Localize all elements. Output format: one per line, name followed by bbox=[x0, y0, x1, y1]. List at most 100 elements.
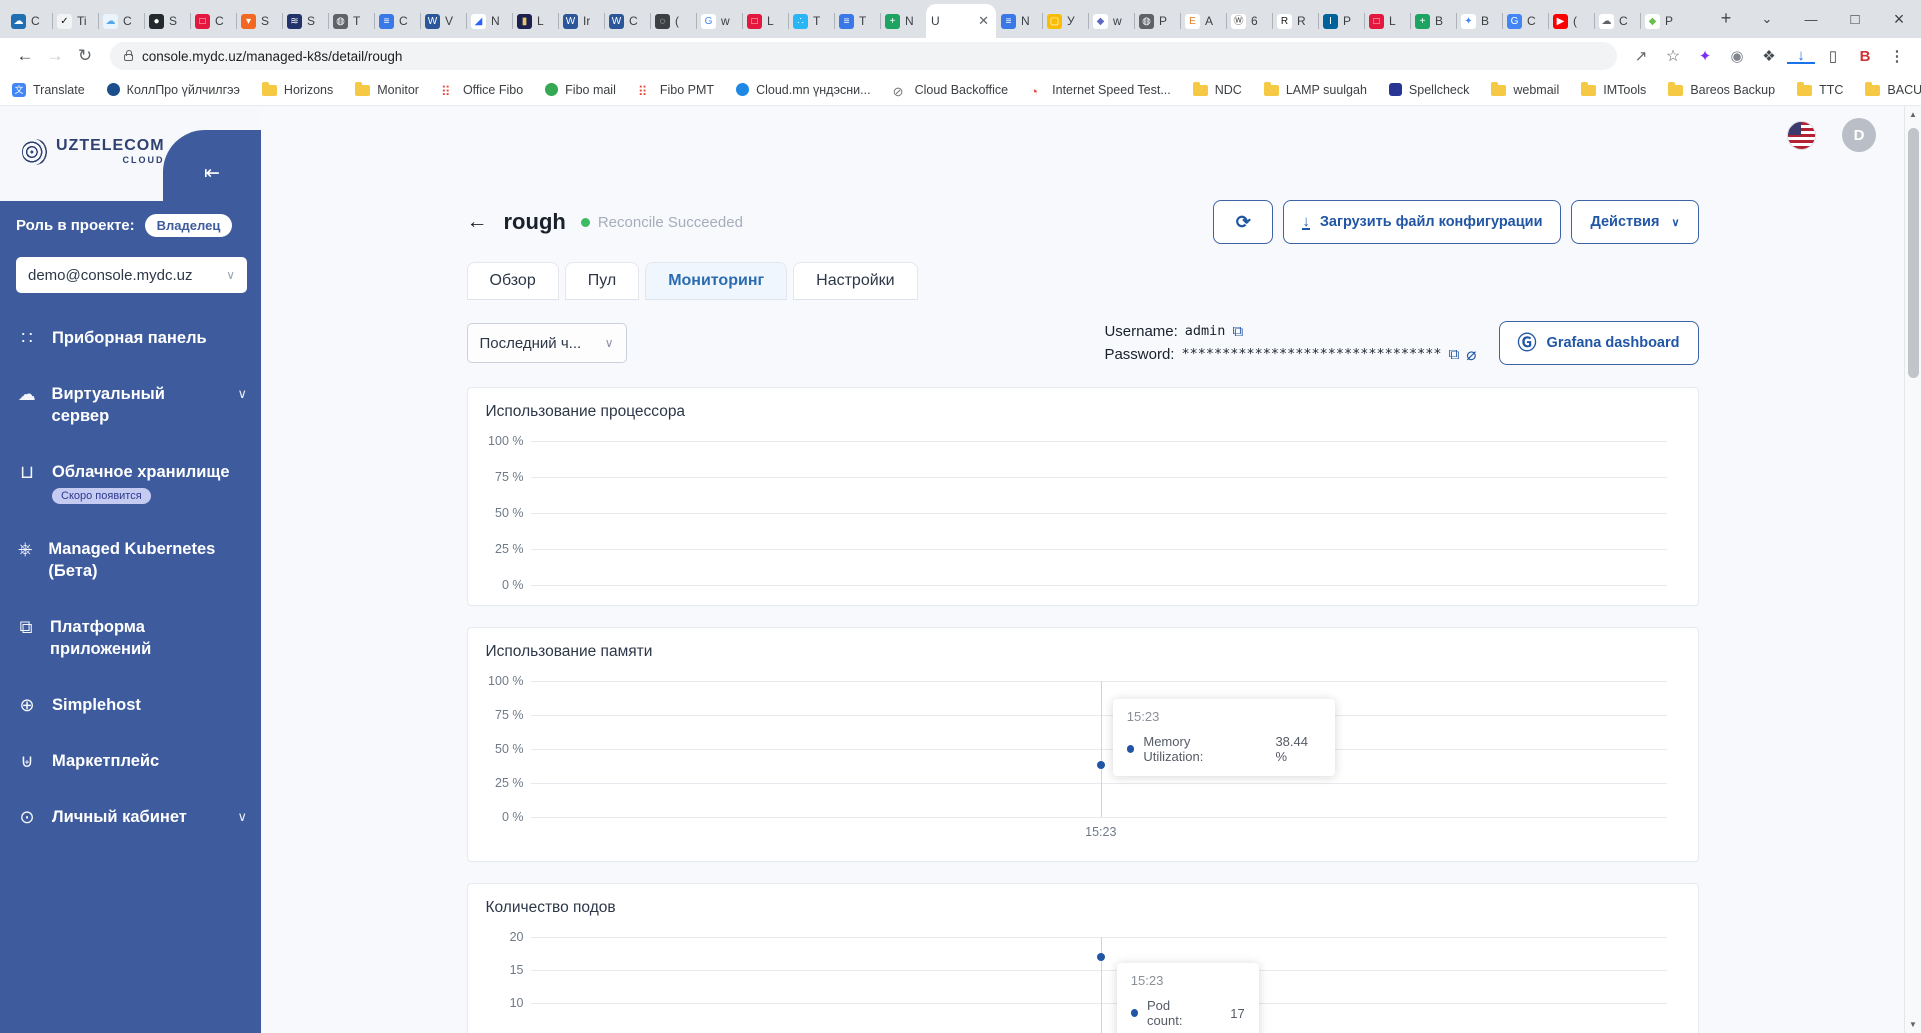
language-flag-icon[interactable] bbox=[1787, 120, 1816, 150]
sidebar-item[interactable]: ∷ Приборная панель bbox=[16, 327, 247, 349]
bookmark-item[interactable]: Horizons bbox=[261, 82, 333, 97]
page-tab[interactable]: Настройки bbox=[793, 262, 918, 300]
browser-tab[interactable]: W C bbox=[604, 4, 650, 38]
bookmark-item[interactable]: Spellcheck bbox=[1388, 83, 1469, 97]
pod-count-data-point[interactable] bbox=[1096, 953, 1105, 961]
page-tab[interactable]: Мониторинг bbox=[645, 262, 788, 300]
close-button[interactable]: × bbox=[1877, 9, 1921, 30]
sidebar-item[interactable]: ☁ Виртуальный сервер ∨ bbox=[16, 383, 247, 427]
bookmark-item[interactable]: Fibo PMT bbox=[638, 83, 714, 97]
memory-data-point[interactable] bbox=[1096, 761, 1105, 769]
project-select[interactable]: demo@console.mydc.uz ∨ bbox=[16, 257, 247, 293]
browser-tab[interactable]: □ L bbox=[1364, 4, 1410, 38]
password-extension-icon[interactable]: B bbox=[1851, 48, 1879, 65]
browser-tab[interactable]: ◍ T bbox=[328, 4, 374, 38]
browser-tab[interactable]: ☁ C bbox=[98, 4, 144, 38]
bookmark-item[interactable]: Cloud Backoffice bbox=[893, 83, 1009, 97]
kubeconfig-button[interactable]: ⟳ bbox=[1213, 200, 1274, 244]
time-range-select[interactable]: Последний ч... ∨ bbox=[466, 323, 627, 363]
browser-tab[interactable]: ≡ T bbox=[834, 4, 880, 38]
extensions-puzzle-icon[interactable]: ❖ bbox=[1755, 47, 1783, 65]
browser-tab[interactable]: ◢ N bbox=[466, 4, 512, 38]
user-avatar[interactable]: D bbox=[1842, 118, 1876, 152]
sidebar-item[interactable]: ⧉ Платформа приложений bbox=[16, 616, 247, 660]
browser-tab[interactable]: ▶ ( bbox=[1548, 4, 1594, 38]
browser-tab[interactable]: ▢ У bbox=[1042, 4, 1088, 38]
bookmark-item[interactable]: BACULA bbox=[1865, 82, 1921, 97]
back-icon[interactable]: ← bbox=[10, 46, 40, 66]
address-bar[interactable]: console.mydc.uz/managed-k8s/detail/rough bbox=[110, 42, 1617, 70]
browser-tab[interactable]: ≋ S bbox=[282, 4, 328, 38]
browser-tab[interactable]: U ✕ bbox=[926, 4, 996, 38]
share-icon[interactable]: ↗ bbox=[1627, 47, 1655, 65]
browser-tab[interactable]: ∴ T bbox=[788, 4, 834, 38]
browser-tab[interactable]: Ⓦ 6 bbox=[1226, 4, 1272, 38]
downloads-icon[interactable]: ↓ bbox=[1787, 48, 1815, 64]
page-scrollbar[interactable]: ▲ ▼ bbox=[1904, 106, 1921, 1033]
eye-off-icon[interactable]: ⌀ bbox=[1466, 343, 1476, 366]
bookmark-item[interactable]: NDC bbox=[1192, 82, 1242, 97]
bookmark-item[interactable]: Monitor bbox=[355, 82, 419, 97]
browser-tab[interactable]: ✦ B bbox=[1456, 4, 1502, 38]
sidebar-item[interactable]: ⎈ Managed Kubernetes (Бета) bbox=[16, 538, 247, 582]
browser-tab[interactable]: + N bbox=[880, 4, 926, 38]
kebab-menu-icon[interactable]: ⋮ bbox=[1883, 47, 1911, 65]
browser-tab[interactable]: E A bbox=[1180, 4, 1226, 38]
sidebar-item[interactable]: ⊙ Личный кабинет ∨ bbox=[16, 806, 247, 828]
browser-tab[interactable]: □ L bbox=[742, 4, 788, 38]
browser-tab[interactable]: ▮ L bbox=[512, 4, 558, 38]
browser-tab[interactable]: ☁ C bbox=[6, 4, 52, 38]
browser-tab[interactable]: R R bbox=[1272, 4, 1318, 38]
page-tab[interactable]: Пул bbox=[564, 262, 640, 300]
browser-tab[interactable]: G w bbox=[696, 4, 742, 38]
copy-icon[interactable]: ⧉ bbox=[1232, 320, 1243, 343]
sidebar-collapse-button[interactable]: ⇤ bbox=[183, 146, 241, 200]
browser-tab[interactable]: ▾ S bbox=[236, 4, 282, 38]
bookmark-item[interactable]: Cloud.mn үндэсни... bbox=[736, 83, 871, 97]
reload-icon[interactable]: ↻ bbox=[70, 46, 100, 66]
copy-icon[interactable]: ⧉ bbox=[1449, 343, 1460, 366]
forward-icon[interactable]: → bbox=[40, 46, 70, 66]
browser-tab[interactable]: ◆ P bbox=[1640, 4, 1686, 38]
browser-tab[interactable]: ☁ C bbox=[1594, 4, 1640, 38]
bookmark-item[interactable]: webmail bbox=[1491, 82, 1559, 97]
browser-tab[interactable]: ● S bbox=[144, 4, 190, 38]
bookmark-star-icon[interactable]: ☆ bbox=[1659, 46, 1687, 66]
back-arrow-icon[interactable]: ← bbox=[467, 210, 488, 234]
uztelecom-logo[interactable]: UZTELECOM CLOUD bbox=[22, 138, 165, 165]
browser-tab[interactable]: I P bbox=[1318, 4, 1364, 38]
browser-tab[interactable]: ◆ w bbox=[1088, 4, 1134, 38]
browser-tab[interactable]: G C bbox=[1502, 4, 1548, 38]
scrollbar-thumb[interactable] bbox=[1908, 128, 1919, 378]
scroll-down-icon[interactable]: ▼ bbox=[1905, 1020, 1921, 1029]
browser-tab[interactable]: W Ir bbox=[558, 4, 604, 38]
bookmark-item[interactable]: LAMP suulgah bbox=[1263, 82, 1367, 97]
bookmark-item[interactable]: Office Fibo bbox=[441, 83, 523, 97]
bookmark-item[interactable]: КоллПро үйлчилгээ bbox=[106, 83, 240, 97]
browser-tab[interactable]: ◍ P bbox=[1134, 4, 1180, 38]
extension-icon[interactable]: ✦ bbox=[1691, 47, 1719, 65]
side-panel-icon[interactable]: ▯ bbox=[1819, 47, 1847, 65]
sidebar-item[interactable]: ⊎ Маркетплейс bbox=[16, 750, 247, 772]
page-tab[interactable]: Обзор bbox=[466, 262, 559, 300]
minimize-button[interactable]: — bbox=[1789, 12, 1833, 27]
sidebar-item[interactable]: ⊕ Simplehost bbox=[16, 694, 247, 716]
scroll-up-icon[interactable]: ▲ bbox=[1905, 110, 1921, 119]
bookmark-item[interactable]: Translate bbox=[12, 82, 85, 97]
browser-tab[interactable]: ◌ ( bbox=[650, 4, 696, 38]
tab-search-icon[interactable]: ⌄ bbox=[1745, 11, 1789, 27]
new-tab-button[interactable]: + bbox=[1711, 3, 1741, 33]
grafana-dashboard-button[interactable]: Ⓖ Grafana dashboard bbox=[1498, 321, 1699, 365]
download-config-button[interactable]: ↓ Загрузить файл конфигурации bbox=[1283, 200, 1562, 244]
browser-tab[interactable]: ✓ Ti bbox=[52, 4, 98, 38]
bookmark-item[interactable]: Fibo mail bbox=[545, 83, 616, 97]
browser-tab[interactable]: W V bbox=[420, 4, 466, 38]
url-text[interactable]: console.mydc.uz/managed-k8s/detail/rough bbox=[142, 49, 402, 64]
tab-close-icon[interactable]: ✕ bbox=[976, 13, 991, 29]
browser-tab[interactable]: □ C bbox=[190, 4, 236, 38]
browser-tab[interactable]: ≡ N bbox=[996, 4, 1042, 38]
browser-tab[interactable]: ≡ C bbox=[374, 4, 420, 38]
bookmark-item[interactable]: Bareos Backup bbox=[1668, 82, 1775, 97]
actions-button[interactable]: Действия ∨ bbox=[1571, 200, 1699, 244]
sidebar-item[interactable]: ⊔ Облачное хранилище Скоро появится bbox=[16, 461, 247, 504]
